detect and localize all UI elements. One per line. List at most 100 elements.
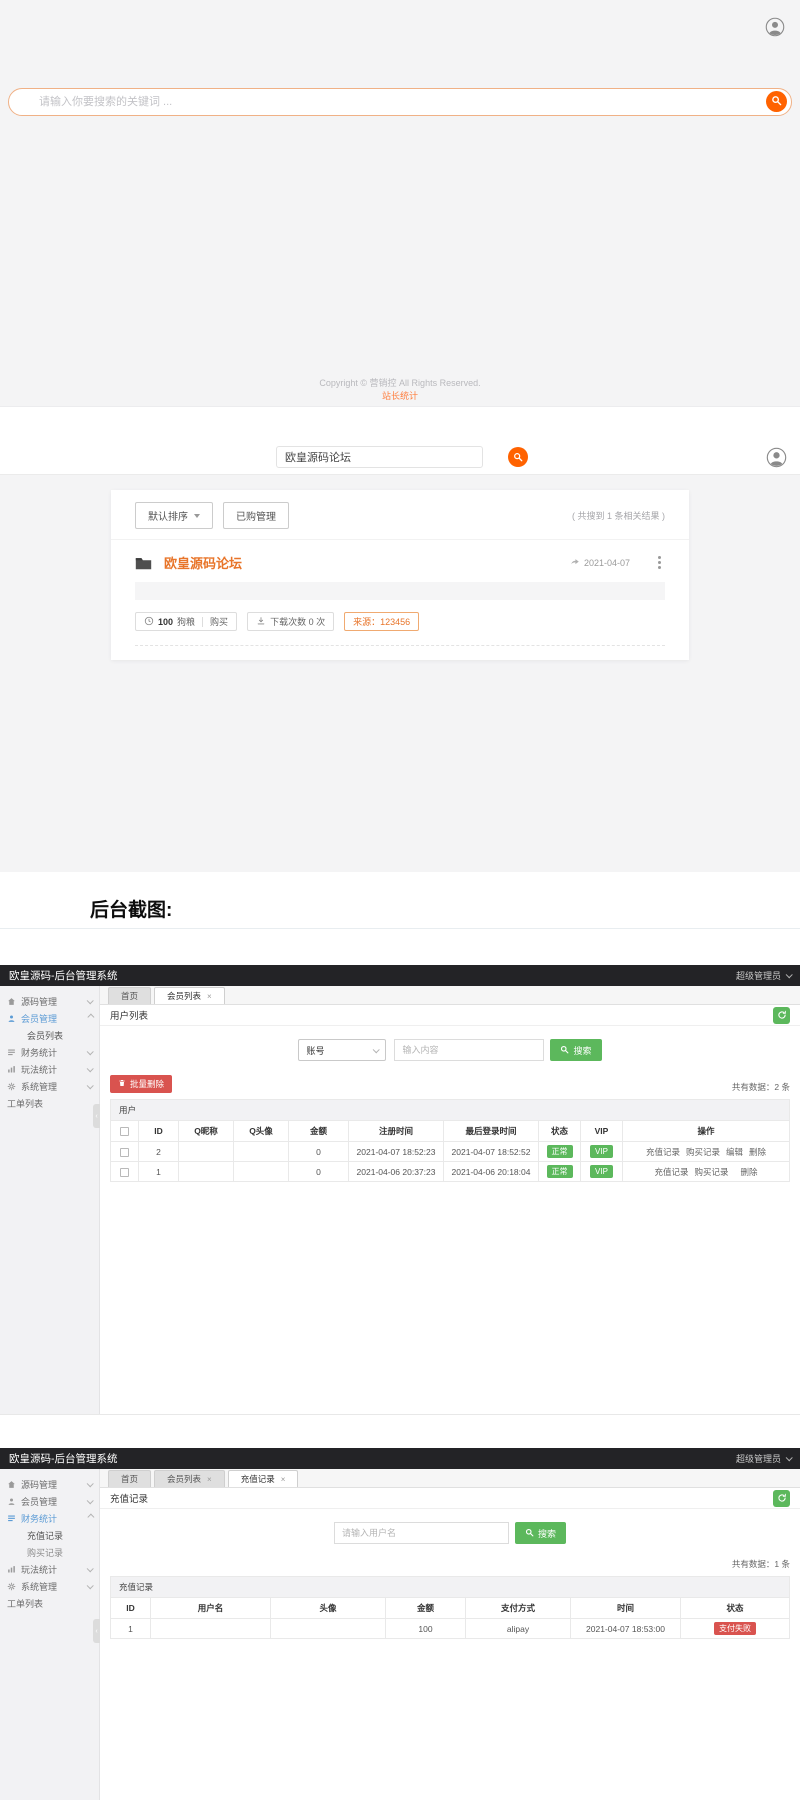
admin-search-button[interactable]: 搜索 — [515, 1522, 566, 1544]
status-badge: 正常 — [547, 1165, 573, 1178]
tab-member-list[interactable]: 会员列表 × — [154, 1470, 225, 1487]
result-item-meta: 2021-04-07 — [570, 557, 630, 569]
sidebar-item-source-manage[interactable]: 源码管理 — [0, 993, 99, 1010]
sidebar-item-system-manage[interactable]: 系统管理 — [0, 1578, 99, 1595]
sidebar-item-ticket-list[interactable]: 工单列表 — [0, 1595, 99, 1612]
table-row: 1 100 alipay 2021-04-07 18:53:00 支付失败 — [111, 1619, 790, 1639]
search-row: 账号 搜索 — [100, 1039, 800, 1061]
admin-search-input[interactable] — [334, 1522, 509, 1544]
sidebar-item-finance-stats[interactable]: 财务统计 — [0, 1044, 99, 1061]
admin-search-input[interactable] — [394, 1039, 544, 1061]
source-tag: 来源：123456 — [344, 612, 419, 631]
table-group-header: 充值记录 — [110, 1576, 790, 1597]
sidebar-item-finance-stats[interactable]: 财务统计 — [0, 1510, 99, 1527]
admin-panel-recharge: 欧皇源码-后台管理系统 超级管理员 源码管理 会员管理 — [0, 1448, 800, 1800]
close-icon[interactable]: × — [207, 1475, 212, 1484]
admin-brand: 欧皇源码-后台管理系统 — [9, 968, 118, 983]
table-header-row: ID Q昵称 Q头像 金额 注册时间 最后登录时间 状态 VIP 操作 — [111, 1121, 790, 1142]
search-row: 搜索 — [100, 1522, 800, 1544]
user-avatar-icon[interactable] — [766, 447, 787, 468]
refresh-icon — [777, 1008, 787, 1023]
sidebar-item-system-manage[interactable]: 系统管理 — [0, 1078, 99, 1095]
tab-member-list[interactable]: 会员列表 × — [154, 987, 225, 1004]
op-recharge-records[interactable]: 充值记录 — [646, 1147, 680, 1157]
op-purchase-records[interactable]: 购买记录 — [694, 1167, 728, 1177]
folder-icon — [135, 556, 152, 570]
sort-dropdown-button[interactable]: 默认排序 — [135, 502, 213, 529]
search-field-select[interactable]: 账号 — [298, 1039, 386, 1061]
finance-icon — [7, 1048, 16, 1057]
select-all-checkbox[interactable] — [120, 1127, 129, 1136]
results-search-input[interactable] — [276, 446, 483, 468]
admin-content: 首页 会员列表 × 充值记录 × 充值记录 — [100, 1469, 800, 1800]
admin-search-button[interactable]: 搜索 — [550, 1039, 601, 1061]
sidebar-item-play-stats[interactable]: 玩法统计 — [0, 1061, 99, 1078]
op-delete[interactable]: 删除 — [749, 1147, 766, 1157]
batch-delete-button[interactable]: 批量删除 — [110, 1075, 172, 1093]
row-checkbox[interactable] — [120, 1168, 129, 1177]
buy-label[interactable]: 购买 — [210, 615, 228, 628]
close-icon[interactable]: × — [207, 992, 212, 1001]
recharge-table: ID 用户名 头像 金额 支付方式 时间 状态 1 — [110, 1597, 790, 1639]
stats-icon — [7, 1065, 16, 1074]
sidebar-item-ticket-list[interactable]: 工单列表 — [0, 1095, 99, 1112]
result-item-title[interactable]: 欧皇源码论坛 — [164, 553, 242, 572]
price-currency: 狗粮 — [177, 615, 195, 628]
chevron-down-icon — [373, 1046, 380, 1053]
sidebar-collapse-handle[interactable]: ‹ — [93, 1619, 100, 1643]
sort-dropdown-label: 默认排序 — [148, 508, 188, 523]
op-recharge-records[interactable]: 充值记录 — [654, 1167, 688, 1177]
admin-account-menu[interactable]: 超级管理员 — [736, 1452, 791, 1465]
caret-down-icon — [194, 514, 200, 521]
results-search-button[interactable] — [508, 447, 528, 467]
sidebar-item-play-stats[interactable]: 玩法统计 — [0, 1561, 99, 1578]
home-search-input[interactable] — [9, 89, 791, 115]
table-row: 1 0 2021-04-06 20:37:23 2021-04-06 20:18… — [111, 1162, 790, 1182]
admin-body: 源码管理 会员管理 会员列表 财务统计 玩法 — [0, 986, 800, 1414]
tab-recharge-records[interactable]: 充值记录 × — [228, 1470, 299, 1487]
op-purchase-records[interactable]: 购买记录 — [686, 1147, 720, 1157]
status-badge: 支付失败 — [714, 1622, 756, 1635]
admin-panel-users: 欧皇源码-后台管理系统 超级管理员 源码管理 会员管理 会员列表 — [0, 965, 800, 1415]
purchased-manage-label: 已购管理 — [236, 508, 276, 523]
purchased-manage-button[interactable]: 已购管理 — [223, 502, 289, 529]
sidebar-item-purchase-records[interactable]: 购买记录 — [0, 1544, 99, 1561]
sidebar-collapse-handle[interactable]: ‹ — [93, 1104, 100, 1128]
op-edit[interactable]: 编辑 — [726, 1147, 743, 1157]
sidebar-item-recharge-records[interactable]: 充值记录 — [0, 1527, 99, 1544]
admin-account-label: 超级管理员 — [736, 969, 781, 982]
op-delete[interactable]: 删除 — [741, 1167, 758, 1177]
chevron-down-icon — [87, 1565, 94, 1572]
row-checkbox[interactable] — [120, 1148, 129, 1157]
search-button[interactable] — [766, 91, 787, 112]
backend-screenshot-label: 后台截图: — [90, 895, 172, 922]
panel-title: 用户列表 — [110, 1008, 148, 1022]
home-icon — [7, 1480, 16, 1489]
tab-home[interactable]: 首页 — [108, 1470, 151, 1487]
users-table: ID Q昵称 Q头像 金额 注册时间 最后登录时间 状态 VIP 操作 — [110, 1120, 790, 1182]
refresh-button[interactable] — [773, 1490, 790, 1507]
close-icon[interactable]: × — [281, 1475, 286, 1484]
gear-icon — [7, 1582, 16, 1591]
sidebar-item-source-manage[interactable]: 源码管理 — [0, 1476, 99, 1493]
result-card: 默认排序 已购管理 ( 共搜到 1 条相关结果 ) 欧皇源码论坛 2021-04… — [111, 490, 689, 660]
price-buy-tag[interactable]: 100 狗粮 购买 — [135, 612, 237, 631]
downloads-tag: 下载次数 0 次 — [247, 612, 334, 631]
home-search-bar — [8, 88, 792, 116]
more-options-icon[interactable] — [658, 561, 661, 564]
panel-title-bar: 充值记录 — [100, 1488, 800, 1509]
admin-content: 首页 会员列表 × 用户列表 账号 — [100, 986, 800, 1414]
tab-bar: 首页 会员列表 × 充值记录 × — [100, 1469, 800, 1488]
sidebar-item-member-list[interactable]: 会员列表 — [0, 1027, 99, 1044]
tab-home[interactable]: 首页 — [108, 987, 151, 1004]
user-avatar-icon[interactable] — [765, 17, 785, 37]
footer-stats-link[interactable]: 站长统计 — [0, 389, 800, 402]
admin-sidebar: 源码管理 会员管理 会员列表 财务统计 玩法 — [0, 986, 100, 1414]
admin-account-menu[interactable]: 超级管理员 — [736, 969, 791, 982]
refresh-button[interactable] — [773, 1007, 790, 1024]
results-topbar — [0, 440, 800, 475]
sidebar-item-member-manage[interactable]: 会员管理 — [0, 1010, 99, 1027]
admin-sidebar: 源码管理 会员管理 财务统计 充值记录 购买记录 — [0, 1469, 100, 1800]
sidebar-item-member-manage[interactable]: 会员管理 — [0, 1493, 99, 1510]
clock-icon — [144, 616, 154, 628]
